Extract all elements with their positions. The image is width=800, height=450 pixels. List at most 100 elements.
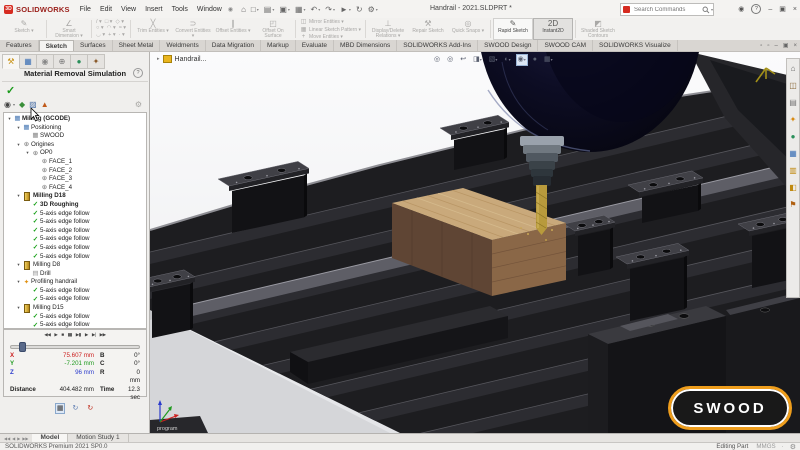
tab-scroll-icon[interactable]: ◀ <box>12 436 15 441</box>
section-view-icon[interactable]: ◨▾ <box>471 54 484 66</box>
search-icon[interactable] <box>702 6 710 14</box>
slider-track[interactable] <box>10 345 140 349</box>
tree-item[interactable]: ✓5-axis edge follow <box>4 210 146 219</box>
tab-features[interactable]: Features <box>0 40 39 51</box>
help-icon[interactable]: ? <box>751 4 761 14</box>
sketch-tool-icon[interactable]: ◡ ▾ <box>96 33 105 39</box>
tab-scroll-icon[interactable]: ◀◀ <box>4 436 10 441</box>
tab-swood-design[interactable]: SWOOD Design <box>478 40 538 51</box>
tree-item[interactable]: ▾Milling D15 <box>4 304 146 313</box>
sketch-tool-icon[interactable]: ◠ ▾ <box>107 26 116 32</box>
file-explorer-icon[interactable]: ▤ <box>789 95 797 111</box>
simulation-quality-icon[interactable]: ◆ <box>19 100 25 109</box>
select-button[interactable]: ►▾ <box>340 5 351 14</box>
machining-tab[interactable]: ◉ <box>37 54 54 69</box>
tree-item[interactable]: ▦SWOOD <box>4 132 146 141</box>
panel-settings-icon[interactable]: ⚙ <box>135 100 142 109</box>
visibility-icon[interactable]: ◉ <box>4 100 11 109</box>
appearances-icon[interactable]: ● <box>531 54 539 66</box>
tree-item[interactable]: ⊕FACE_1 <box>4 158 146 167</box>
sketch-tool-icon[interactable]: · ▾ <box>119 33 125 39</box>
swood-library-icon[interactable]: ◧ <box>789 180 797 196</box>
search-input[interactable] <box>632 6 701 14</box>
expand-caret-icon[interactable]: ▾ <box>15 192 22 201</box>
tree-item[interactable]: ✓5-axis edge follow <box>4 253 146 262</box>
tree-item[interactable]: ✓5-axis edge follow <box>4 244 146 253</box>
tree-item[interactable]: ✓5-axis edge follow <box>4 227 146 236</box>
origin-tab[interactable]: ⊕ <box>54 54 71 69</box>
ribbon-repair-sketch[interactable]: ⚒Repair Sketch <box>408 18 448 40</box>
model-tab-model[interactable]: Model <box>32 434 68 442</box>
tab-surfaces[interactable]: Surfaces <box>74 40 113 51</box>
collision-check-icon[interactable]: ▲ <box>41 100 49 109</box>
breadcrumb-label[interactable]: Handrail... <box>175 56 207 63</box>
breadcrumb[interactable]: ▸ Handrail... <box>157 55 206 63</box>
tree-item[interactable]: ▾✦Profiling handrail <box>4 278 146 287</box>
transport-button[interactable]: ▶ <box>85 332 88 338</box>
expand-caret-icon[interactable]: ▾ <box>24 149 31 158</box>
tree-item[interactable]: ▾Milling D8 <box>4 261 146 270</box>
print-button[interactable]: ▦▾ <box>295 5 306 14</box>
ribbon-instant2d[interactable]: 2DInstant2D <box>533 18 573 40</box>
tree-item[interactable]: ▤Drill <box>4 270 146 279</box>
tree-item[interactable]: ✓5-axis edge follow <box>4 313 146 322</box>
ribbon-quick-snaps[interactable]: ◎Quick Snaps ▾ <box>448 18 488 40</box>
status-options-icon[interactable]: ⚙ <box>790 443 796 450</box>
doc-window-control-icon[interactable]: ▫ <box>767 40 769 52</box>
tree-item[interactable]: ⊕FACE_4 <box>4 184 146 193</box>
doc-window-control-icon[interactable]: × <box>793 40 797 52</box>
reset-simulation-icon[interactable]: ↻ <box>85 403 95 414</box>
menu-insert[interactable]: Insert <box>145 6 163 13</box>
expand-caret-icon[interactable]: ▾ <box>15 278 22 287</box>
tree-item[interactable]: ✓5-axis edge follow <box>4 295 146 304</box>
ribbon-sketch[interactable]: ✎Sketch ▾ <box>4 18 44 40</box>
tree-item[interactable]: ▾▦Milling (GCODE) <box>4 115 146 124</box>
progress-slider[interactable] <box>10 342 140 350</box>
ribbon-offset-entities[interactable]: ∥Offset Entities ▾ <box>213 18 253 40</box>
tree-item[interactable]: ✓5-axis edge follow <box>4 235 146 244</box>
swood-cam-pane-icon[interactable]: ⚑ <box>789 197 796 213</box>
sketch-tool-icon[interactable]: ○ ▾ <box>96 26 104 32</box>
ribbon-mirror-entities[interactable]: ◫Mirror Entities ▾ <box>300 18 361 25</box>
tree-item[interactable]: ⊕FACE_3 <box>4 175 146 184</box>
doc-window-control-icon[interactable]: ▫ <box>760 40 762 52</box>
minimize-icon[interactable]: – <box>768 6 772 13</box>
undo-button[interactable]: ↶▾ <box>311 5 321 14</box>
ribbon-shaded-sketch-contours[interactable]: ◩Shaded Sketch Contours <box>578 18 618 40</box>
view-settings-icon[interactable]: ▦▾ <box>542 54 555 66</box>
hide-show-items-icon[interactable]: ◉▾ <box>516 54 528 66</box>
tab-scroll-icon[interactable]: ▶▶ <box>22 436 28 441</box>
view-orientation-icon[interactable]: ▧▾ <box>487 54 500 66</box>
ribbon-display-delete-relations[interactable]: ⊥Display/Delete Relations ▾ <box>368 18 408 40</box>
ribbon-rapid-sketch[interactable]: ✎Rapid Sketch <box>493 18 533 40</box>
redo-button[interactable]: ↷▾ <box>325 5 335 14</box>
doc-window-control-icon[interactable]: ▣ <box>783 40 789 52</box>
simulation-display-icon[interactable]: ▦ <box>55 403 66 414</box>
design-library-icon[interactable]: ◫ <box>789 78 797 94</box>
model-tab-motion-study-1[interactable]: Motion Study 1 <box>68 434 128 442</box>
transport-button[interactable]: ■ <box>61 332 63 338</box>
sketch-entity-tools[interactable]: / ▾□ ▾◇ ▾○ ▾◠ ▾≈ ▾◡ ▾+ ▾· ▾ <box>94 18 128 40</box>
tree-item[interactable]: ✓5-axis edge follow <box>4 218 146 227</box>
expand-caret-icon[interactable]: ▾ <box>15 124 22 133</box>
tab-evaluate[interactable]: Evaluate <box>296 40 334 51</box>
tab-sketch[interactable]: Sketch <box>39 40 74 51</box>
swood-cam-simulation-tab[interactable]: ⚒ <box>2 54 20 69</box>
tab-data-migration[interactable]: Data Migration <box>206 40 261 51</box>
menu-view[interactable]: View <box>121 6 136 13</box>
home-button[interactable]: ⌂ <box>241 5 246 14</box>
tree-item[interactable]: ▾⊕Origines <box>4 141 146 150</box>
units-selector[interactable]: MMGS <box>756 443 775 450</box>
ok-button[interactable]: ✓ <box>6 84 15 97</box>
search-commands-box[interactable]: ▾ <box>620 3 714 16</box>
sketch-tool-icon[interactable]: ≈ ▾ <box>119 26 126 32</box>
tree-item[interactable]: ▾▦Positioning <box>4 124 146 133</box>
view-palette-icon[interactable]: ✦ <box>790 112 797 128</box>
tooling-tab[interactable]: ✦ <box>88 54 105 69</box>
menu-file[interactable]: File <box>80 6 91 13</box>
zoom-fit-icon[interactable]: ◎ <box>432 54 442 66</box>
ribbon-convert-entities[interactable]: ⊃Convert Entities ▾ <box>173 18 213 40</box>
expand-caret-icon[interactable]: ▾ <box>15 141 22 150</box>
taskpane-home-icon[interactable]: ⌂ <box>791 61 796 77</box>
tree-item[interactable]: ⊕FACE_2 <box>4 167 146 176</box>
